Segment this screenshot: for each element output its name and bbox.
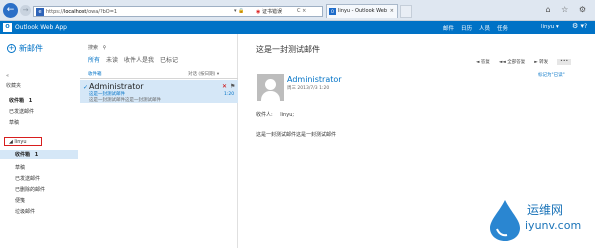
list-heading: 收件箱 (88, 72, 102, 77)
selected-check-icon[interactable]: ✓ (83, 84, 88, 91)
sender-name[interactable]: Administrator (287, 75, 342, 84)
account-node[interactable]: ◢ linyu (9, 139, 27, 145)
nav-people[interactable]: 人员 (479, 24, 490, 32)
filter-bar: 所有 未读 收件人是我 已标记 (88, 55, 178, 64)
folder-label: 收件箱 (9, 98, 25, 104)
selected-folder-bg (0, 150, 78, 159)
help-icon[interactable]: ? (584, 23, 587, 30)
account-inbox[interactable]: 收件箱 1 (15, 151, 38, 158)
cert-label: 证书错误 (261, 9, 282, 15)
certificate-error-button[interactable]: ◉ 证书错误 (256, 8, 282, 15)
folder-label: 收件箱 (15, 152, 31, 158)
gear-icon[interactable]: ⚙ ▾ (572, 22, 584, 30)
outlook-tab-icon: O (329, 8, 336, 15)
address-bar[interactable]: e https://localhost/owa/?bO=1 ▾ 🔒 ◉ 证书错误… (33, 6, 323, 17)
email-body: 这是一封测试邮件这是一封测试邮件 (256, 132, 337, 138)
url-scheme: https:// (46, 9, 64, 15)
ie-page-icon: e (36, 8, 44, 16)
account-deleted[interactable]: 已删除的邮件 (15, 186, 45, 193)
reply-button[interactable]: ◄ 答复 (476, 59, 490, 65)
unread-count: 1 (28, 98, 33, 104)
avatar-head (265, 79, 276, 90)
message-time: 1:20 (224, 92, 235, 97)
water-drop-logo-icon (490, 200, 520, 241)
watermark-logo: 运维网 iyunv.com (487, 196, 591, 244)
refresh-stop-icons[interactable]: C × (297, 8, 306, 14)
app-title: Outlook Web App (15, 24, 67, 31)
outlook-logo-icon: O (3, 23, 12, 32)
filter-unread[interactable]: 未读 (106, 55, 118, 64)
owa-header: O Outlook Web App 邮件 日历 人员 任务 linyu ▾ ⚙ … (0, 21, 595, 34)
shield-icon: ◉ (256, 9, 261, 15)
favorite-inbox[interactable]: 收件箱 1 (9, 97, 32, 104)
message-list-item[interactable]: ✓ Administrator 这是一封测试邮件 这是一封测试邮件这是一封测试邮… (80, 80, 238, 103)
browser-tab[interactable]: O linyu - Outlook Web App × (326, 4, 398, 27)
more-actions-icon[interactable]: ••• (557, 59, 572, 65)
search-input[interactable]: 搜索 ⚲ (88, 44, 106, 51)
filter-all[interactable]: 所有 (88, 55, 100, 64)
recipient-name[interactable]: linyu; (280, 112, 294, 118)
top-nav: 邮件 日历 人员 任务 (443, 24, 508, 32)
sort-dropdown[interactable]: 对话 (按日期) ▾ (188, 71, 219, 77)
watermark-en: iyunv.com (525, 219, 582, 232)
account-sent[interactable]: 已发送邮件 (15, 175, 40, 182)
new-mail-button[interactable]: + 新邮件 (7, 43, 43, 54)
message-list-pane: 搜索 ⚲ 所有 未读 收件人是我 已标记 收件箱 对话 (按日期) ▾ ✓ Ad… (80, 34, 238, 248)
collapse-pane-icon[interactable]: « (6, 73, 9, 79)
favorite-sent[interactable]: 已发送邮件 (9, 108, 34, 115)
plus-icon: + (7, 44, 16, 53)
email-subject: 这是一封测试邮件 (256, 45, 320, 54)
list-divider (80, 78, 238, 79)
folder-pane: + 新邮件 « 收藏夹 收件箱 1 已发送邮件 草稿 ◢ linyu 收件箱 1… (0, 34, 78, 248)
favorite-drafts[interactable]: 草稿 (9, 119, 19, 126)
unread-count: 1 (34, 152, 39, 158)
sent-date: 周三 2013/7/3 1:20 (287, 86, 330, 91)
account-drafts[interactable]: 草稿 (15, 164, 25, 171)
back-arrow-icon[interactable]: ← (3, 3, 18, 18)
new-tab-button[interactable] (400, 5, 412, 18)
mark-as-read-link[interactable]: 标记为"已读" (538, 72, 565, 78)
search-lock-icon[interactable]: ▾ 🔒 (234, 8, 244, 14)
browser-tool-icons[interactable]: ⌂ ☆ ⚙ (545, 5, 590, 14)
favorites-heading[interactable]: 收藏夹 (6, 82, 21, 89)
avatar (257, 74, 284, 101)
recipient-label: 收件人: (256, 112, 273, 118)
url-path: /owa/?bO=1 (86, 9, 118, 15)
flag-icon[interactable]: ⚑ (230, 83, 235, 90)
delete-icon[interactable]: ✕ (222, 83, 227, 90)
filter-flagged[interactable]: 已标记 (160, 55, 178, 64)
message-sender: Administrator (89, 82, 144, 91)
nav-mail[interactable]: 邮件 (443, 24, 454, 32)
user-menu[interactable]: linyu ▾ (541, 24, 559, 30)
message-preview: 这是一封测试邮件这是一封测试邮件 (89, 98, 161, 103)
url-host: localhost (63, 9, 87, 15)
search-icon[interactable]: ⚲ (103, 45, 107, 51)
reply-toolbar: ◄ 答复 ◄◄ 全部答复 ► 转发 ••• (476, 59, 572, 65)
avatar-body (261, 91, 280, 101)
nav-calendar[interactable]: 日历 (461, 24, 472, 32)
forward-arrow-icon[interactable]: → (20, 5, 31, 16)
watermark-cn: 运维网 (527, 203, 564, 217)
account-junk[interactable]: 垃圾邮件 (15, 208, 35, 215)
forward-button[interactable]: ► 转发 (534, 59, 548, 65)
url-text[interactable]: https://localhost/owa/?bO=1 (46, 9, 117, 15)
search-label: 搜索 (88, 45, 99, 51)
account-notes[interactable]: 便笺 (15, 197, 25, 204)
recipient-line: 收件人: linyu; (256, 111, 294, 118)
new-mail-label: 新邮件 (19, 44, 43, 53)
browser-toolbar: ← → e https://localhost/owa/?bO=1 ▾ 🔒 ◉ … (0, 0, 595, 27)
reply-all-button[interactable]: ◄◄ 全部答复 (499, 59, 525, 65)
close-icon[interactable]: × (390, 5, 394, 18)
nav-tasks[interactable]: 任务 (497, 24, 508, 32)
filter-to-me[interactable]: 收件人是我 (124, 55, 154, 64)
